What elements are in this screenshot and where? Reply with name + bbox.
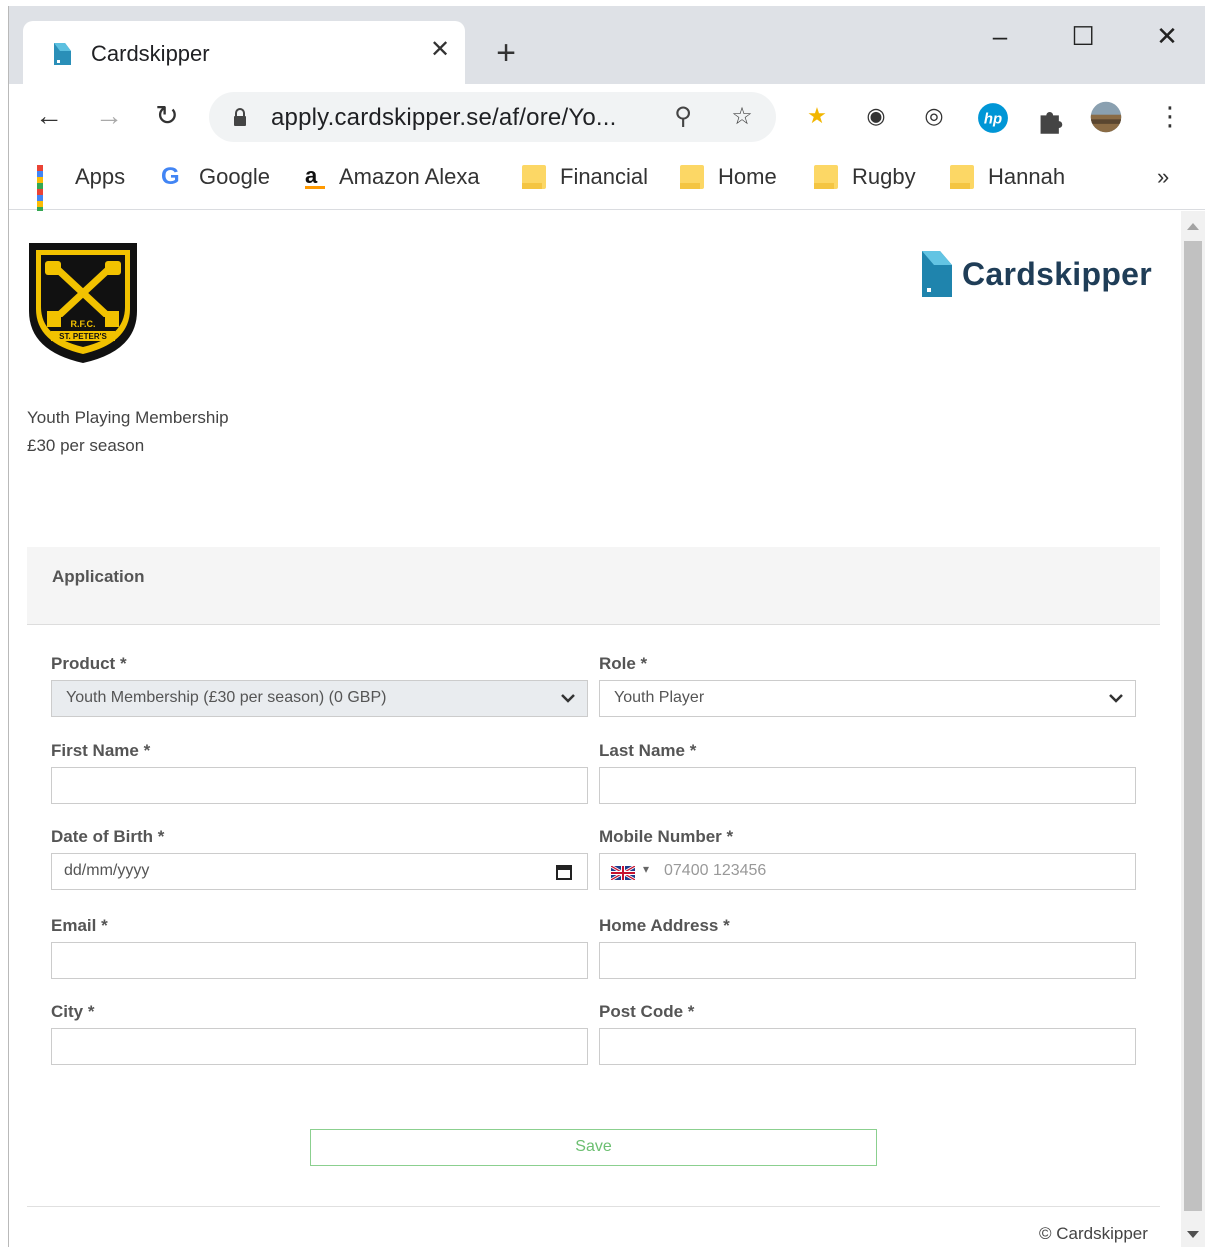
bookmark-rugby[interactable]: Rugby <box>814 162 916 192</box>
profile-avatar[interactable] <box>1090 101 1122 133</box>
folder-icon <box>522 165 546 189</box>
scroll-down-arrow-icon[interactable] <box>1187 1231 1199 1238</box>
bookmark-label: Home <box>718 164 777 189</box>
membership-price: £30 per season <box>27 436 145 455</box>
city-input[interactable] <box>51 1028 588 1065</box>
bookmarks-bar: Apps G Google a Amazon Alexa Financial H… <box>9 148 1205 219</box>
role-select[interactable]: Youth Player <box>599 680 1136 717</box>
svg-text:ST. PETER'S: ST. PETER'S <box>59 332 107 341</box>
dob-label: Date of Birth * <box>51 827 165 846</box>
new-tab-button[interactable]: + <box>489 36 523 70</box>
close-window-button[interactable]: ✕ <box>1144 16 1190 56</box>
maximize-button[interactable]: ☐ <box>1060 16 1106 56</box>
email-label: Email * <box>51 916 108 935</box>
role-label: Role * <box>599 654 648 673</box>
bookmark-label: Rugby <box>852 164 916 189</box>
google-icon: G <box>161 163 180 190</box>
address-bar[interactable]: apply.cardskipper.se/af/ore/Yo... ⚲ ☆ <box>209 92 776 142</box>
favorites-star-icon[interactable]: ★ <box>801 100 833 132</box>
browser-toolbar: ← → ↻ apply.cardskipper.se/af/ore/Yo... … <box>9 84 1205 148</box>
country-caret-icon[interactable]: ▾ <box>643 862 649 876</box>
tab-title: Cardskipper <box>91 41 210 66</box>
brand-name: Cardskipper <box>962 255 1153 292</box>
post-code-label: Post Code * <box>599 1002 695 1021</box>
scroll-thumb[interactable] <box>1184 241 1202 1211</box>
city-label: City * <box>51 1002 95 1021</box>
email-input[interactable] <box>51 942 588 979</box>
club-crest-logo: R.F.C. ST. PETER'S <box>29 243 137 363</box>
dob-input[interactable]: dd/mm/yyyy <box>51 853 588 890</box>
last-name-input[interactable] <box>599 767 1136 804</box>
footer-divider <box>27 1206 1160 1207</box>
home-address-label: Home Address * <box>599 916 730 935</box>
bookmarks-overflow-button[interactable]: » <box>1157 162 1169 192</box>
page-content: R.F.C. ST. PETER'S Cardskipper Youth Pla… <box>9 211 1181 1247</box>
role-value: Youth Player <box>614 689 705 706</box>
dob-placeholder: dd/mm/yyyy <box>64 862 150 879</box>
application-panel-header: Application <box>27 547 1160 625</box>
bookmark-label: Apps <box>75 164 126 189</box>
product-value: Youth Membership (£30 per season) (0 GBP… <box>66 689 387 706</box>
tab-cardskipper[interactable]: Cardskipper ✕ <box>23 21 465 84</box>
amazon-icon: a <box>305 165 325 189</box>
folder-icon <box>950 165 974 189</box>
forward-button[interactable]: → <box>91 98 127 134</box>
tab-strip: Cardskipper ✕ + – ☐ ✕ <box>9 6 1205 84</box>
mobile-label: Mobile Number * <box>599 827 734 846</box>
headset-extension-icon[interactable]: ◎ <box>918 100 950 132</box>
svg-text:hp: hp <box>984 110 1002 127</box>
cardskipper-favicon-icon <box>54 43 71 65</box>
footer-copyright: © Cardskipper <box>1039 1224 1148 1243</box>
svg-text:R.F.C.: R.F.C. <box>70 319 95 329</box>
hp-extension-icon[interactable]: hp <box>977 102 1009 134</box>
first-name-input[interactable] <box>51 767 588 804</box>
extensions-puzzle-icon[interactable] <box>1036 104 1068 136</box>
chevron-down-icon <box>561 694 575 703</box>
menu-kebab-icon[interactable]: ⋮ <box>1154 100 1186 132</box>
uk-flag-icon[interactable] <box>611 866 635 880</box>
bookmark-apps[interactable]: Apps <box>37 162 126 219</box>
calendar-icon[interactable] <box>555 863 573 881</box>
bookmark-label: Google <box>199 164 270 189</box>
zoom-icon[interactable]: ⚲ <box>668 102 698 132</box>
url-text: apply.cardskipper.se/af/ore/Yo... <box>271 104 617 131</box>
bookmark-financial[interactable]: Financial <box>522 162 648 192</box>
membership-title: Youth Playing Membership <box>27 408 229 427</box>
save-button[interactable]: Save <box>310 1129 877 1166</box>
bookmark-star-icon[interactable]: ☆ <box>727 102 757 132</box>
product-select[interactable]: Youth Membership (£30 per season) (0 GBP… <box>51 680 588 717</box>
folder-icon <box>814 165 838 189</box>
cardskipper-mark-icon <box>922 251 952 297</box>
apps-grid-icon <box>37 165 61 219</box>
bookmark-label: Financial <box>560 164 649 189</box>
bookmark-amazon-alexa[interactable]: a Amazon Alexa <box>305 162 480 192</box>
scroll-up-arrow-icon[interactable] <box>1187 223 1199 230</box>
post-code-input[interactable] <box>599 1028 1136 1065</box>
lock-icon <box>234 108 246 126</box>
reload-button[interactable]: ↻ <box>149 98 185 134</box>
first-name-label: First Name * <box>51 741 151 760</box>
bookmark-label: Hannah <box>988 164 1066 189</box>
mobile-placeholder: 07400 123456 <box>664 862 767 879</box>
back-button[interactable]: ← <box>31 98 67 134</box>
vertical-scrollbar[interactable] <box>1181 211 1205 1247</box>
bookmark-home[interactable]: Home <box>680 162 777 192</box>
home-address-input[interactable] <box>599 942 1136 979</box>
cardskipper-logo: Cardskipper <box>922 251 1152 297</box>
product-label: Product * <box>51 654 127 673</box>
chevron-down-icon <box>1109 694 1123 703</box>
mobile-input[interactable]: ▾ 07400 123456 <box>599 853 1136 890</box>
minimize-button[interactable]: – <box>977 16 1023 56</box>
globe-extension-icon[interactable]: ◉ <box>860 100 892 132</box>
folder-icon <box>680 165 704 189</box>
bookmark-google[interactable]: G Google <box>161 162 270 192</box>
bookmark-label: Amazon Alexa <box>339 164 480 189</box>
tab-close-icon[interactable]: ✕ <box>425 35 455 65</box>
panel-title: Application <box>52 567 145 586</box>
bookmark-hannah[interactable]: Hannah <box>950 162 1065 192</box>
last-name-label: Last Name * <box>599 741 697 760</box>
